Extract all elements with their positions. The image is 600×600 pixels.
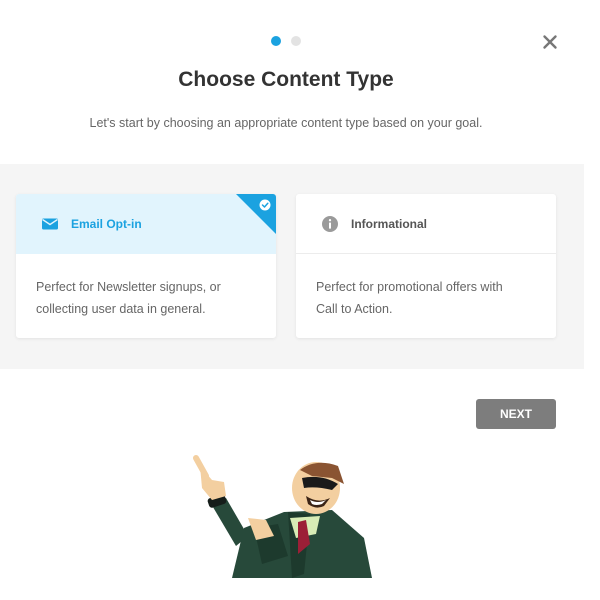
option-card-header: Email Opt-in [16,194,276,254]
option-description: Perfect for Newsletter signups, or colle… [16,254,276,320]
option-description-line: Perfect for Newsletter signups, or [36,280,221,294]
option-description-line: Call to Action. [316,302,393,316]
info-icon [322,215,338,232]
checkmark-icon [236,194,276,234]
option-description-line: Perfect for promotional offers with [316,280,503,294]
step-indicator [0,36,572,46]
content-type-dialog: Choose Content Type Let's start by choos… [0,0,600,600]
envelope-icon [42,218,58,229]
dialog-title: Choose Content Type [178,68,394,91]
mascot-illustration [193,455,372,578]
option-card-email-opt-in[interactable]: Email Opt-in Perfect for Newsletter sign… [16,194,276,338]
option-description: Perfect for promotional offers with Call… [296,254,556,320]
dialog-subtitle: Let's start by choosing an appropriate c… [89,116,483,130]
step-dot-2 [291,36,301,46]
option-card-informational[interactable]: Informational Perfect for promotional of… [296,194,556,338]
option-title: Informational [351,216,428,231]
close-button[interactable] [538,30,562,54]
option-card-header: Informational [296,194,556,254]
content-type-options: Email Opt-in Perfect for Newsletter sign… [0,164,584,369]
step-dot-1 [271,36,281,46]
next-button[interactable]: NEXT [476,399,556,429]
option-description-line: collecting user data in general. [36,302,206,316]
option-title: Email Opt-in [71,216,142,231]
close-icon [543,35,557,49]
